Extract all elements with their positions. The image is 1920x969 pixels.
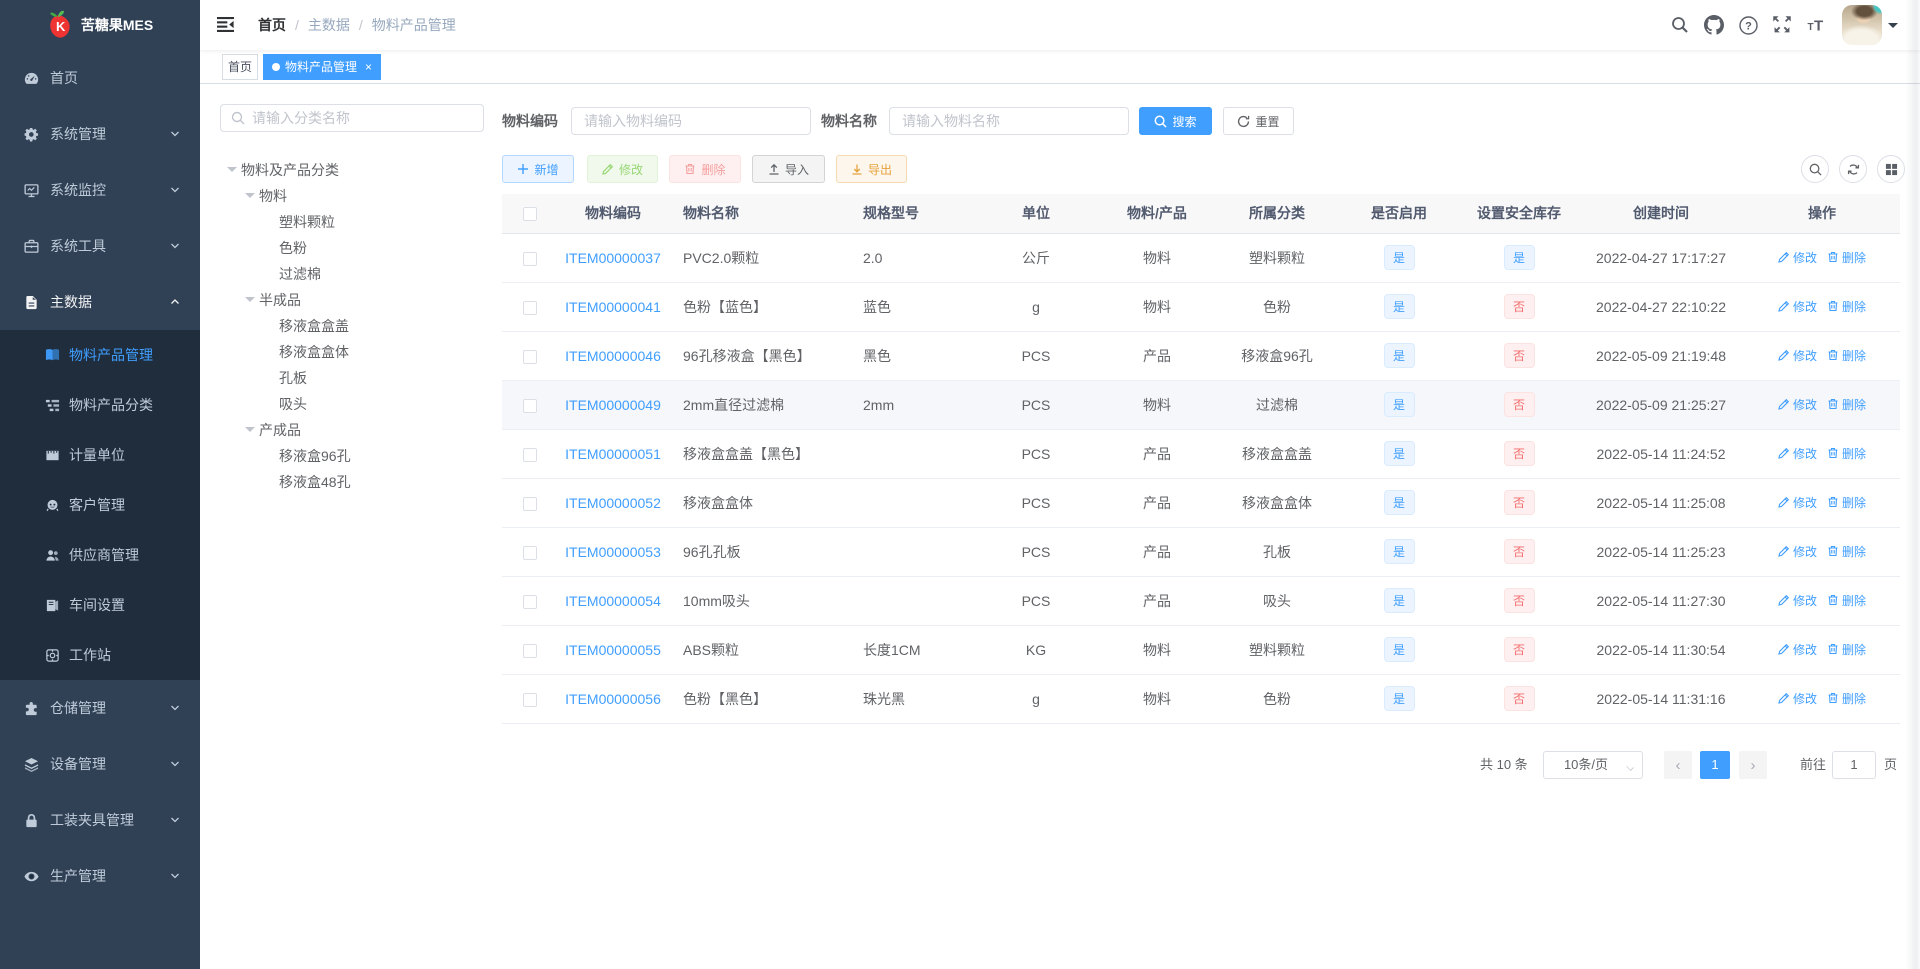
svg-text:T: T xyxy=(1814,18,1823,35)
svg-text:T: T xyxy=(1808,22,1814,33)
svg-text:K: K xyxy=(56,19,66,34)
svg-text:?: ? xyxy=(1745,20,1752,32)
